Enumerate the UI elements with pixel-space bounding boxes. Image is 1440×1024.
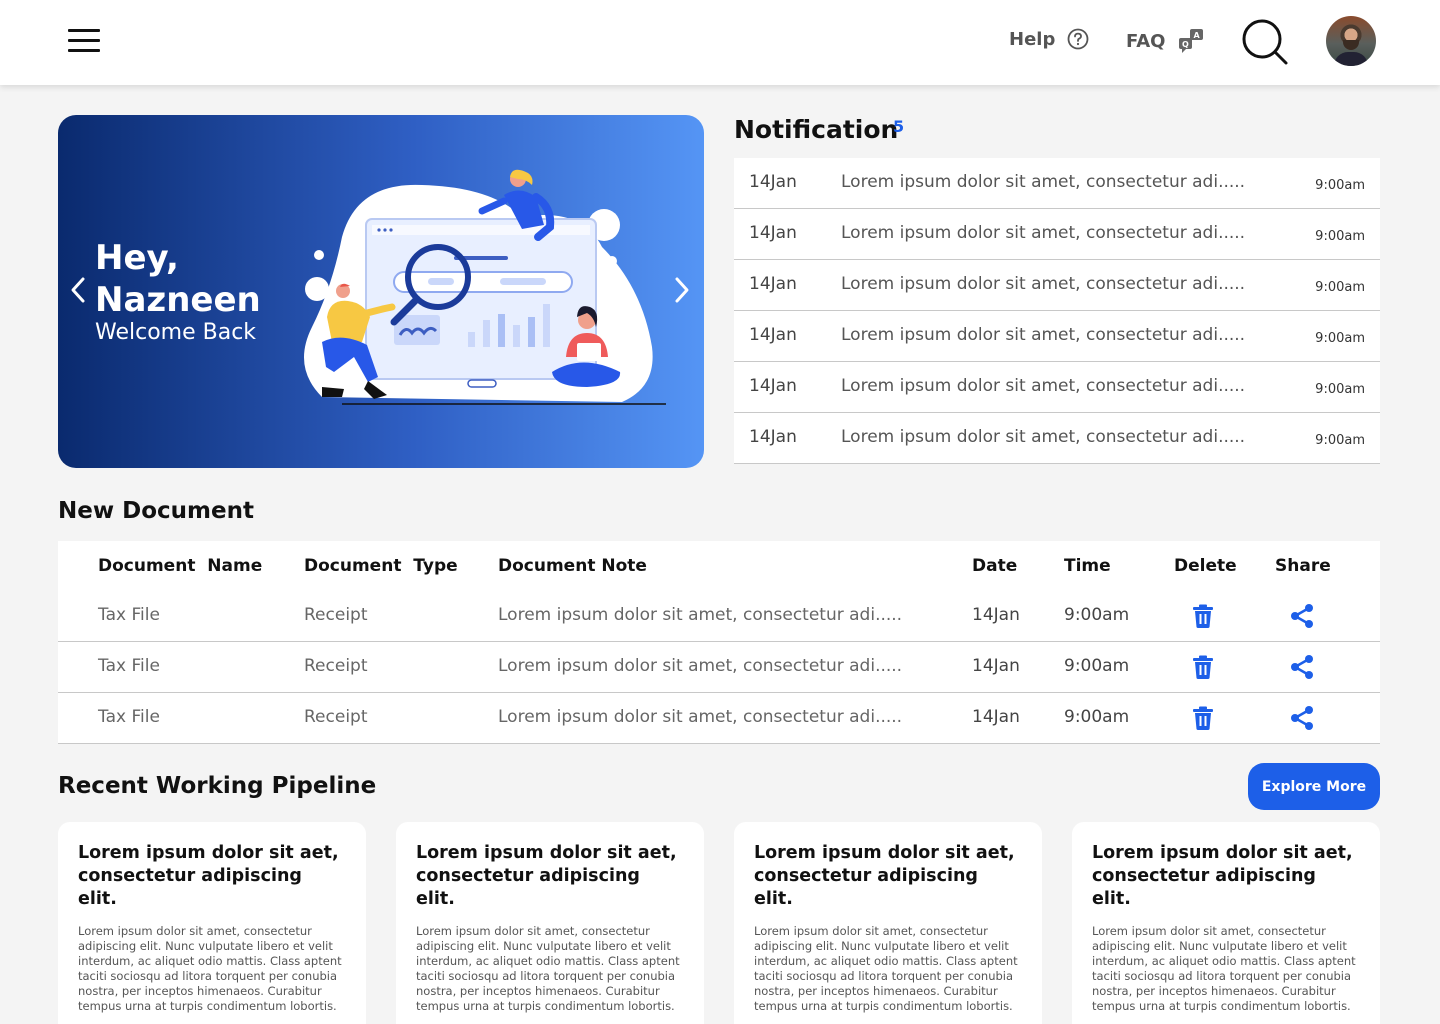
document-time: 9:00am [1064,656,1130,676]
col-date: Date [972,556,1018,576]
document-type: Receipt [304,656,368,676]
top-header: Help FAQ A Q [0,0,1440,85]
table-row[interactable]: Tax File Receipt Lorem ipsum dolor sit a… [58,591,1380,642]
notification-date: 14Jan [749,172,797,192]
notification-item[interactable]: 14Jan Lorem ipsum dolor sit amet, consec… [734,413,1380,464]
document-date: 14Jan [972,605,1020,625]
faq-chat-icon: A Q [1179,29,1204,53]
document-table: Document Name Document Type Document Not… [58,541,1380,744]
notification-time: 9:00am [1315,229,1365,244]
notification-date: 14Jan [749,223,797,243]
notification-text: Lorem ipsum dolor sit amet, consectetur … [841,172,1246,192]
help-label: Help [1009,28,1056,50]
document-type: Receipt [304,605,368,625]
notification-time: 9:00am [1315,178,1365,193]
col-delete: Delete [1174,556,1237,576]
notification-text: Lorem ipsum dolor sit amet, consectetur … [841,376,1246,396]
explore-more-button[interactable]: Explore More [1248,763,1380,810]
search-icon[interactable] [1241,18,1289,66]
pipeline-card[interactable]: Lorem ipsum dolor sit aet, consectetur a… [734,822,1042,1024]
document-note: Lorem ipsum dolor sit amet, consectetur … [498,605,903,625]
notification-time: 9:00am [1315,280,1365,295]
notification-text: Lorem ipsum dolor sit amet, consectetur … [841,427,1246,447]
svg-text:A: A [1194,31,1201,40]
document-name: Tax File [98,605,160,625]
pipeline-card[interactable]: Lorem ipsum dolor sit aet, consectetur a… [396,822,704,1024]
user-avatar[interactable] [1326,16,1376,66]
col-document-name: Document Name [98,556,263,576]
help-link[interactable]: Help [1009,28,1089,50]
notification-date: 14Jan [749,376,797,396]
notification-item[interactable]: 14Jan Lorem ipsum dolor sit amet, consec… [734,362,1380,413]
notification-count-badge: 5 [893,117,905,136]
user-name: Nazneen [95,280,261,320]
card-heading: Lorem ipsum dolor sit aet, consectetur a… [754,843,1015,909]
pipeline-card[interactable]: Lorem ipsum dolor sit aet, consectetur a… [58,822,366,1024]
new-document-title: New Document [58,498,254,524]
notification-item[interactable]: 14Jan Lorem ipsum dolor sit amet, consec… [734,209,1380,260]
greeting-text: Hey, [95,238,179,278]
pipeline-card[interactable]: Lorem ipsum dolor sit aet, consectetur a… [1072,822,1380,1024]
trash-icon[interactable] [1190,603,1216,629]
card-body: Lorem ipsum dolor sit amet, consectetur … [1092,924,1356,1013]
card-heading: Lorem ipsum dolor sit aet, consectetur a… [416,843,677,909]
notification-item[interactable]: 14Jan Lorem ipsum dolor sit amet, consec… [734,311,1380,362]
card-heading: Lorem ipsum dolor sit aet, consectetur a… [1092,843,1353,909]
document-name: Tax File [98,656,160,676]
card-body: Lorem ipsum dolor sit amet, consectetur … [754,924,1018,1013]
notification-item[interactable]: 14Jan Lorem ipsum dolor sit amet, consec… [734,260,1380,311]
document-date: 14Jan [972,707,1020,727]
trash-icon[interactable] [1190,654,1216,680]
notification-date: 14Jan [749,274,797,294]
chevron-right-icon[interactable] [670,275,694,305]
col-share: Share [1275,556,1331,576]
card-body: Lorem ipsum dolor sit amet, consectetur … [416,924,680,1013]
table-row[interactable]: Tax File Receipt Lorem ipsum dolor sit a… [58,693,1380,744]
notification-text: Lorem ipsum dolor sit amet, consectetur … [841,274,1246,294]
avatar-body [1334,52,1368,66]
document-table-header: Document Name Document Type Document Not… [58,541,1380,591]
faq-label: FAQ [1126,30,1166,52]
analytics-illustration [304,169,666,405]
notification-time: 9:00am [1315,382,1365,397]
notification-title: Notification [734,115,899,144]
col-document-note: Document Note [498,556,647,576]
notification-text: Lorem ipsum dolor sit amet, consectetur … [841,223,1246,243]
table-row[interactable]: Tax File Receipt Lorem ipsum dolor sit a… [58,642,1380,693]
document-name: Tax File [98,707,160,727]
welcome-banner: Hey, Nazneen Welcome Back [58,115,704,468]
document-type: Receipt [304,707,368,727]
faq-link[interactable]: FAQ A Q [1126,28,1205,54]
notification-time: 9:00am [1315,433,1365,448]
col-time: Time [1064,556,1111,576]
share-icon[interactable] [1289,654,1315,680]
notification-time: 9:00am [1315,331,1365,346]
document-note: Lorem ipsum dolor sit amet, consectetur … [498,707,903,727]
document-time: 9:00am [1064,605,1130,625]
notification-text: Lorem ipsum dolor sit amet, consectetur … [841,325,1246,345]
share-icon[interactable] [1289,603,1315,629]
trash-icon[interactable] [1190,705,1216,731]
card-body: Lorem ipsum dolor sit amet, consectetur … [78,924,342,1013]
notification-date: 14Jan [749,427,797,447]
notification-list: 14Jan Lorem ipsum dolor sit amet, consec… [734,158,1380,464]
card-heading: Lorem ipsum dolor sit aet, consectetur a… [78,843,339,909]
chevron-left-icon[interactable] [66,275,90,305]
document-note: Lorem ipsum dolor sit amet, consectetur … [498,656,903,676]
share-icon[interactable] [1289,705,1315,731]
menu-icon[interactable] [66,27,102,55]
avatar-beard [1343,40,1359,50]
notification-item[interactable]: 14Jan Lorem ipsum dolor sit amet, consec… [734,158,1380,209]
welcome-text: Welcome Back [95,320,257,345]
col-document-type: Document Type [304,556,458,576]
hero-greeting: Hey, Nazneen [95,237,261,321]
notification-date: 14Jan [749,325,797,345]
svg-text:Q: Q [1182,40,1189,49]
document-date: 14Jan [972,656,1020,676]
question-circle-icon [1067,28,1089,50]
pipeline-title: Recent Working Pipeline [58,773,377,799]
document-time: 9:00am [1064,707,1130,727]
